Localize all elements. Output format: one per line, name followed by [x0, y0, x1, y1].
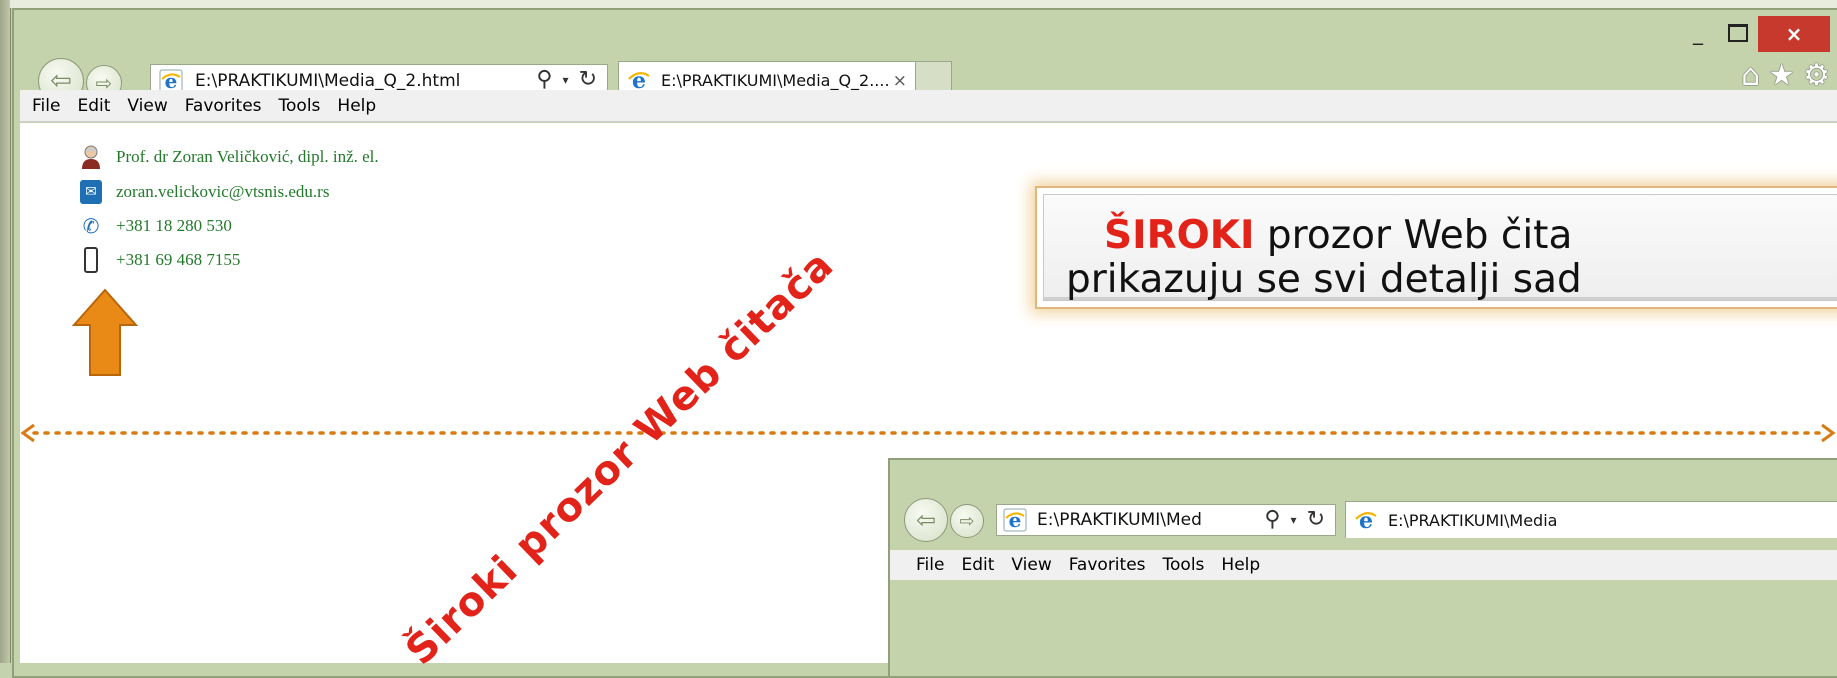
contact-name: Prof. dr Zoran Veličković, dipl. inž. el… — [80, 145, 379, 169]
maximize-button[interactable] — [1718, 16, 1758, 50]
up-arrow-icon — [71, 288, 139, 376]
page-content: Prof. dr Zoran Veličković, dipl. inž. el… — [20, 123, 1837, 678]
small-menu-bar: File Edit View Favorites Tools Help — [890, 550, 1837, 580]
home-icon[interactable]: ⌂ — [1741, 58, 1760, 93]
back-arrow-icon: ⇦ — [915, 506, 937, 534]
slide-left-edge — [0, 0, 11, 663]
mail-icon: ✉ — [80, 180, 102, 204]
window-caption-buttons: _ × — [1678, 16, 1830, 52]
small-address-url: E:\PRAKTIKUMI\Med — [1037, 510, 1202, 530]
menu-file[interactable]: File — [32, 96, 60, 116]
small-address-tools: ⚲ ▾ ↻ — [1264, 507, 1325, 532]
refresh-icon[interactable]: ↻ — [1307, 507, 1325, 532]
dropdown-icon[interactable]: ▾ — [1291, 513, 1297, 527]
small-forward-button[interactable]: ⇨ — [950, 504, 984, 538]
toolbar-icons: ⌂ ★ ⚙ — [1741, 58, 1830, 93]
menu-tools[interactable]: Tools — [279, 96, 321, 116]
gear-icon[interactable]: ⚙ — [1803, 58, 1830, 93]
small-tab-active[interactable]: e E:\PRAKTIKUMI\Media — [1345, 501, 1837, 538]
small-menu-favorites[interactable]: Favorites — [1069, 555, 1146, 575]
tab-close-icon[interactable]: × — [893, 71, 907, 91]
slide-top-strip — [10, 0, 1837, 8]
callout-line-1: ŠIROKI prozor Web čita — [1104, 213, 1573, 258]
svg-text:e: e — [1359, 508, 1373, 532]
contact-mobile: +381 69 468 7155 — [80, 247, 240, 273]
small-menu-tools[interactable]: Tools — [1163, 555, 1205, 575]
menu-help[interactable]: Help — [337, 96, 376, 116]
small-menu-help[interactable]: Help — [1221, 555, 1260, 575]
diagonal-label: Široki prozor Web čitača — [397, 241, 843, 675]
small-address-bar[interactable]: e E:\PRAKTIKUMI\Med ⚲ ▾ ↻ — [996, 504, 1336, 536]
menu-bar: File Edit View Favorites Tools Help — [20, 90, 1837, 122]
person-icon — [80, 145, 102, 169]
maximize-icon — [1728, 24, 1748, 42]
refresh-icon[interactable]: ↻ — [579, 67, 597, 92]
small-browser-window: ⇦ ⇨ e E:\PRAKTIKUMI\Med ⚲ ▾ ↻ e E:\PRAKT… — [888, 458, 1837, 678]
dropdown-icon[interactable]: ▾ — [563, 73, 569, 87]
ie-tab-icon: e — [628, 68, 650, 92]
svg-text:e: e — [1009, 508, 1022, 532]
menu-favorites[interactable]: Favorites — [185, 96, 262, 116]
favorites-star-icon[interactable]: ★ — [1768, 58, 1795, 93]
minimize-button[interactable]: _ — [1678, 16, 1718, 50]
close-window-button[interactable]: × — [1758, 16, 1830, 52]
ie-icon: e — [1003, 508, 1027, 532]
small-menu-file[interactable]: File — [916, 555, 944, 575]
mobile-phone-icon — [84, 247, 98, 273]
small-back-button[interactable]: ⇦ — [904, 498, 948, 542]
search-icon[interactable]: ⚲ — [536, 67, 552, 92]
callout-line-2: prikazuju se svi detalji sad — [1066, 257, 1582, 302]
svg-text:e: e — [632, 68, 646, 92]
small-tab-title: E:\PRAKTIKUMI\Media — [1388, 511, 1558, 530]
width-indicator-line — [20, 423, 1836, 443]
small-menu-edit[interactable]: Edit — [961, 555, 994, 575]
address-tools: ⚲ ▾ ↻ — [536, 67, 597, 92]
menu-edit[interactable]: Edit — [77, 96, 110, 116]
contact-phone: ✆ +381 18 280 530 — [80, 214, 232, 238]
search-icon[interactable]: ⚲ — [1264, 507, 1280, 532]
phone-icon: ✆ — [82, 214, 100, 238]
small-menu-view[interactable]: View — [1011, 555, 1051, 575]
address-url: E:\PRAKTIKUMI\Media_Q_2.html — [195, 71, 461, 91]
forward-arrow-icon: ⇨ — [959, 510, 975, 532]
tab-title: E:\PRAKTIKUMI\Media_Q_2.... — [661, 71, 890, 90]
callout-inner: ŠIROKI prozor Web čita prikazuju se svi … — [1043, 194, 1837, 302]
contact-email: ✉ zoran.velickovic@vtsnis.edu.rs — [80, 180, 329, 204]
ie-tab-icon: e — [1355, 508, 1377, 532]
callout-box: ŠIROKI prozor Web čita prikazuju se svi … — [1035, 186, 1837, 309]
menu-view[interactable]: View — [127, 96, 167, 116]
